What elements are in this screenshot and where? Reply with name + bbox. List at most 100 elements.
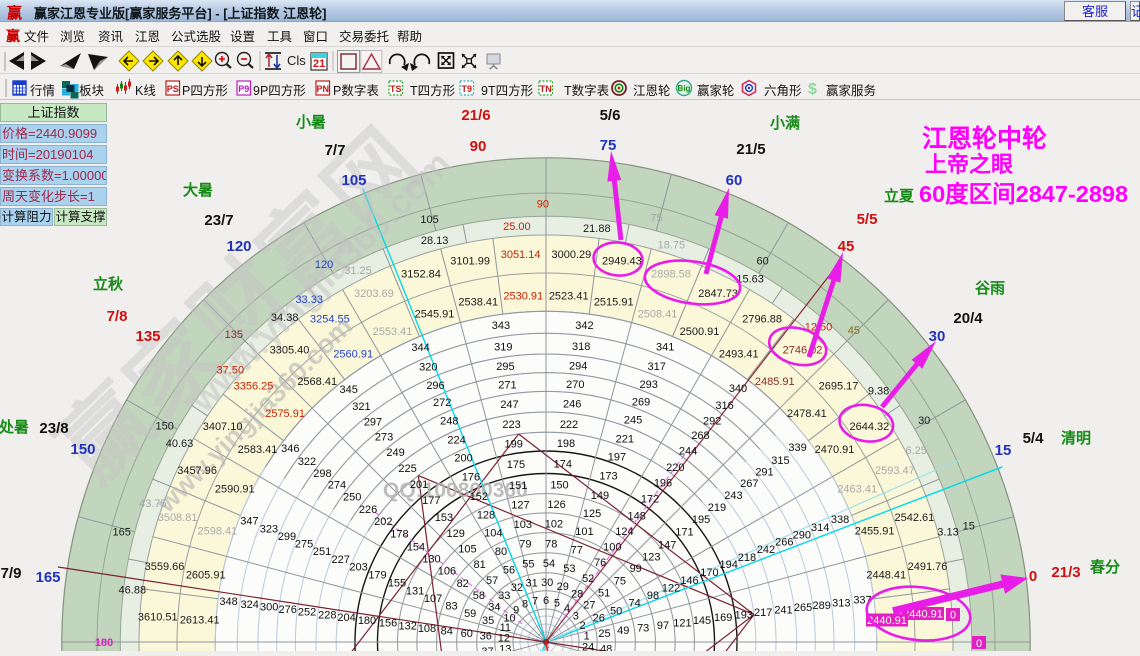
svg-text:223: 223 [502,419,520,431]
svg-text:150: 150 [550,480,568,492]
svg-text:2545.91: 2545.91 [415,308,455,320]
svg-text:148: 148 [628,510,646,522]
svg-text:2613.41: 2613.41 [180,614,220,626]
svg-text:25: 25 [598,628,610,640]
svg-text:30: 30 [929,328,946,345]
svg-text:342: 342 [575,320,593,332]
svg-text:105: 105 [420,214,438,226]
svg-text:37: 37 [481,646,493,651]
svg-text:5: 5 [554,598,560,610]
svg-text:243: 243 [724,490,742,502]
svg-text:0: 0 [1029,568,1037,585]
svg-text:316: 316 [715,400,733,412]
svg-text:2575.91: 2575.91 [265,408,305,420]
svg-text:120: 120 [226,238,251,255]
svg-text:2949.43: 2949.43 [602,256,642,268]
svg-text:220: 220 [666,462,684,474]
svg-text:124: 124 [615,526,633,538]
svg-text:106: 106 [438,566,456,578]
svg-text:3101.99: 3101.99 [450,256,490,268]
svg-text:323: 323 [260,524,278,536]
svg-text:2560.91: 2560.91 [333,349,373,361]
svg-text:222: 222 [560,419,578,431]
svg-text:170: 170 [700,567,718,579]
svg-text:2598.41: 2598.41 [198,526,238,538]
svg-text:60: 60 [756,256,768,268]
svg-text:24: 24 [582,641,594,651]
svg-text:90: 90 [470,138,487,155]
svg-text:7: 7 [532,595,538,607]
svg-text:244: 244 [679,446,697,458]
svg-text:76: 76 [594,557,606,569]
svg-text:48: 48 [600,644,612,652]
svg-text:TS: TS [390,84,402,94]
svg-text:小满: 小满 [770,114,800,132]
svg-text:2695.17: 2695.17 [819,381,859,393]
svg-text:2746.02: 2746.02 [783,345,823,357]
svg-text:127: 127 [511,500,529,512]
svg-text:40.63: 40.63 [166,438,194,450]
svg-text:$: $ [808,81,817,98]
svg-text:2470.91: 2470.91 [815,444,855,456]
svg-text:80: 80 [495,546,507,558]
svg-text:156: 156 [379,618,397,630]
svg-text:193: 193 [735,610,753,622]
svg-text:295: 295 [496,361,514,373]
svg-text:6: 6 [543,595,549,607]
svg-text:298: 298 [313,468,331,480]
svg-text:172: 172 [641,494,659,506]
svg-text:198: 198 [557,438,575,450]
svg-text:105: 105 [341,172,366,189]
svg-text:98: 98 [647,590,659,602]
svg-text:273: 273 [375,431,393,443]
svg-text:154: 154 [407,542,425,554]
svg-text:147: 147 [658,539,676,551]
svg-text:150: 150 [70,441,95,458]
svg-text:171: 171 [675,527,693,539]
svg-text:176: 176 [462,472,480,484]
svg-text:177: 177 [422,495,440,507]
svg-text:3610.51: 3610.51 [138,612,178,624]
svg-text:79: 79 [519,539,531,551]
svg-text:322: 322 [298,456,316,468]
svg-text:84: 84 [441,626,453,638]
svg-text:75: 75 [650,213,662,225]
svg-text:2796.88: 2796.88 [742,314,782,326]
svg-text:292: 292 [703,415,721,427]
svg-text:341: 341 [656,341,674,353]
svg-text:128: 128 [477,509,495,521]
svg-text:3508.81: 3508.81 [158,512,198,524]
svg-text:Big: Big [678,84,691,93]
svg-text:5/4: 5/4 [1023,430,1045,447]
svg-text:P9: P9 [238,84,249,94]
svg-text:PN: PN [317,84,330,94]
svg-text:2491.76: 2491.76 [908,561,948,573]
svg-text:25.00: 25.00 [503,221,531,233]
svg-text:251: 251 [313,546,331,558]
svg-text:Cls: Cls [287,53,306,68]
svg-text:PS: PS [167,84,179,94]
svg-text:314: 314 [811,522,829,534]
svg-text:103: 103 [514,519,532,531]
svg-text:21/3: 21/3 [1051,564,1080,581]
svg-text:15: 15 [963,521,975,533]
svg-text:180: 180 [358,615,376,627]
svg-text:3457.96: 3457.96 [177,465,217,477]
svg-text:104: 104 [484,527,502,539]
svg-text:3152.84: 3152.84 [401,269,441,281]
svg-text:3254.55: 3254.55 [310,314,350,326]
svg-text:102: 102 [545,519,563,531]
svg-text:296: 296 [426,380,444,392]
svg-text:51: 51 [598,588,610,600]
svg-text:56: 56 [503,564,515,576]
svg-text:8: 8 [522,599,528,611]
svg-text:313: 313 [832,597,850,609]
svg-text:242: 242 [757,544,775,556]
svg-text:31: 31 [525,578,537,590]
svg-text:150: 150 [156,420,174,432]
svg-text:246: 246 [563,399,581,411]
svg-text:123: 123 [642,551,660,563]
svg-text:2440.91: 2440.91 [867,615,907,627]
svg-text:78: 78 [545,538,557,550]
svg-text:3356.25: 3356.25 [234,381,274,393]
